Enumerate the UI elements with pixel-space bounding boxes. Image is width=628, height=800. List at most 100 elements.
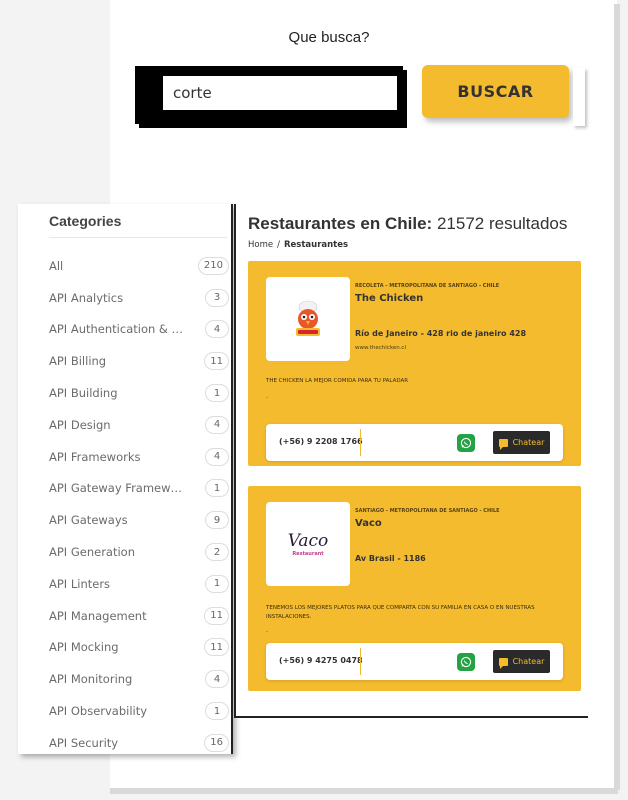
categories-divider xyxy=(49,237,227,238)
category-count-badge: 4 xyxy=(205,447,229,466)
category-item-api-gateway-frameworks[interactable]: API Gateway Framewor... 1 xyxy=(49,473,229,505)
category-item-api-mocking[interactable]: API Mocking 11 xyxy=(49,632,229,664)
results-bottom-border xyxy=(236,716,588,718)
card-footer: (+56) 9 2208 1766 Chatear xyxy=(266,424,563,461)
category-count-badge: 16 xyxy=(204,733,229,752)
card-phone[interactable]: (+56) 9 2208 1766 xyxy=(279,437,363,446)
breadcrumb-home[interactable]: Home xyxy=(248,240,273,250)
category-label: API Monitoring xyxy=(49,672,133,687)
category-label: API Gateway Framewor... xyxy=(49,481,189,496)
card-description: TENEMOS LOS MEJORES PLATOS PARA QUE COMP… xyxy=(266,605,535,620)
chat-label: Chatear xyxy=(512,438,545,447)
category-label: API Generation xyxy=(49,545,136,560)
category-count-badge: 11 xyxy=(204,606,229,625)
category-label: API Observability xyxy=(49,704,148,719)
chicken-logo xyxy=(296,300,320,336)
category-item-api-generation[interactable]: API Generation 2 xyxy=(49,536,229,568)
card-name[interactable]: The Chicken xyxy=(355,293,423,304)
card-footer: (+56) 9 4275 0478 Chatear xyxy=(266,643,563,680)
category-item-api-observability[interactable]: API Observability 1 xyxy=(49,695,229,727)
search-button-edge xyxy=(573,68,585,126)
category-count-badge: 11 xyxy=(204,638,229,657)
category-count-badge: 4 xyxy=(205,670,229,689)
category-count-badge: 1 xyxy=(205,479,229,498)
category-label: API Mocking xyxy=(49,640,119,655)
card-dot: . xyxy=(266,627,268,634)
card-name[interactable]: Vaco xyxy=(355,518,382,529)
page-shadow-bottom xyxy=(110,788,618,794)
restaurant-card[interactable]: RECOLETA - METROPOLITANA DE SANTIAGO - C… xyxy=(248,261,581,466)
card-location: SANTIAGO - METROPOLITANA DE SANTIAGO - C… xyxy=(355,508,500,514)
results-title-bold: Restaurantes en Chile: xyxy=(248,214,433,233)
whatsapp-icon[interactable] xyxy=(457,434,475,452)
category-label: API Authentication & O... xyxy=(49,322,189,337)
category-count-badge: 1 xyxy=(205,702,229,721)
category-count-badge: 2 xyxy=(205,543,229,562)
restaurant-card[interactable]: Vaco Restaurant SANTIAGO - METROPOLITANA… xyxy=(248,486,581,691)
category-count-badge: 210 xyxy=(197,256,229,275)
footer-divider xyxy=(360,429,361,456)
vaco-logo: Vaco Restaurant xyxy=(288,531,329,557)
category-count-badge: 4 xyxy=(205,415,229,434)
category-label: API Security xyxy=(49,735,119,750)
category-count-badge: 4 xyxy=(205,320,229,339)
category-item-api-monitoring[interactable]: API Monitoring 4 xyxy=(49,663,229,695)
category-item-api-security[interactable]: API Security 16 xyxy=(49,727,229,759)
logo-text: Vaco xyxy=(287,531,329,551)
chat-button[interactable]: Chatear xyxy=(493,431,550,454)
category-item-api-building[interactable]: API Building 1 xyxy=(49,377,229,409)
category-label: API Design xyxy=(49,417,111,432)
logo-subtext: Restaurant xyxy=(292,551,324,557)
restaurant-logo[interactable]: Vaco Restaurant xyxy=(266,502,350,586)
card-description: THE CHICKEN LA MEJOR COMIDA PARA TU PALA… xyxy=(266,378,409,384)
footer-divider xyxy=(360,648,361,675)
category-count-badge: 9 xyxy=(205,511,229,530)
category-label: API Analytics xyxy=(49,290,124,305)
page-shadow-right xyxy=(614,4,620,790)
card-address: Río de Janeiro - 428 rio de janeiro 428 xyxy=(355,329,527,338)
category-item-api-linters[interactable]: API Linters 1 xyxy=(49,568,229,600)
category-label: All xyxy=(49,258,64,273)
category-label: API Gateways xyxy=(49,513,128,528)
category-item-api-frameworks[interactable]: API Frameworks 4 xyxy=(49,441,229,473)
card-address: Av Brasil - 1186 xyxy=(355,554,426,563)
category-item-api-analytics[interactable]: API Analytics 3 xyxy=(49,282,229,314)
search-input[interactable] xyxy=(163,76,397,110)
category-item-api-design[interactable]: API Design 4 xyxy=(49,409,229,441)
chat-label: Chatear xyxy=(512,657,545,666)
category-item-api-gateways[interactable]: API Gateways 9 xyxy=(49,504,229,536)
results-title: Restaurantes en Chile: 21572 resultados xyxy=(248,214,567,234)
search-box xyxy=(135,66,403,124)
categories-title: Categories xyxy=(49,213,122,229)
chat-icon xyxy=(498,657,508,669)
restaurant-logo[interactable] xyxy=(266,277,350,361)
category-item-api-billing[interactable]: API Billing 11 xyxy=(49,345,229,377)
category-count-badge: 3 xyxy=(205,288,229,307)
category-label: API Frameworks xyxy=(49,449,141,464)
results-panel: Restaurantes en Chile: 21572 resultados … xyxy=(236,204,588,718)
category-item-api-management[interactable]: API Management 11 xyxy=(49,600,229,632)
card-phone[interactable]: (+56) 9 4275 0478 xyxy=(279,656,363,665)
card-dot: . xyxy=(266,393,268,400)
categories-sidebar: Categories All 210 API Analytics 3 API Aut… xyxy=(18,204,233,754)
search-button[interactable]: BUSCAR xyxy=(422,65,569,118)
card-location: RECOLETA - METROPOLITANA DE SANTIAGO - C… xyxy=(355,283,500,289)
breadcrumb: Home / Restaurantes xyxy=(248,240,348,250)
whatsapp-icon[interactable] xyxy=(457,653,475,671)
category-label: API Building xyxy=(49,386,118,401)
category-label: API Billing xyxy=(49,354,107,369)
category-label: API Management xyxy=(49,608,147,623)
chat-button[interactable]: Chatear xyxy=(493,650,550,673)
breadcrumb-separator: / xyxy=(277,240,280,250)
card-website-link[interactable]: www.thechicken.cl xyxy=(355,345,406,351)
results-count: 21572 resultados xyxy=(432,214,568,233)
category-item-api-authentication[interactable]: API Authentication & O... 4 xyxy=(49,314,229,346)
breadcrumb-current: Restaurantes xyxy=(283,240,349,250)
search-title: Que busca? xyxy=(288,29,370,46)
category-label: API Linters xyxy=(49,576,111,591)
chat-icon xyxy=(498,438,508,450)
categories-list: All 210 API Analytics 3 API Authentication… xyxy=(49,250,229,759)
category-item-all[interactable]: All 210 xyxy=(49,250,229,282)
category-count-badge: 11 xyxy=(204,352,229,371)
category-count-badge: 1 xyxy=(205,384,229,403)
